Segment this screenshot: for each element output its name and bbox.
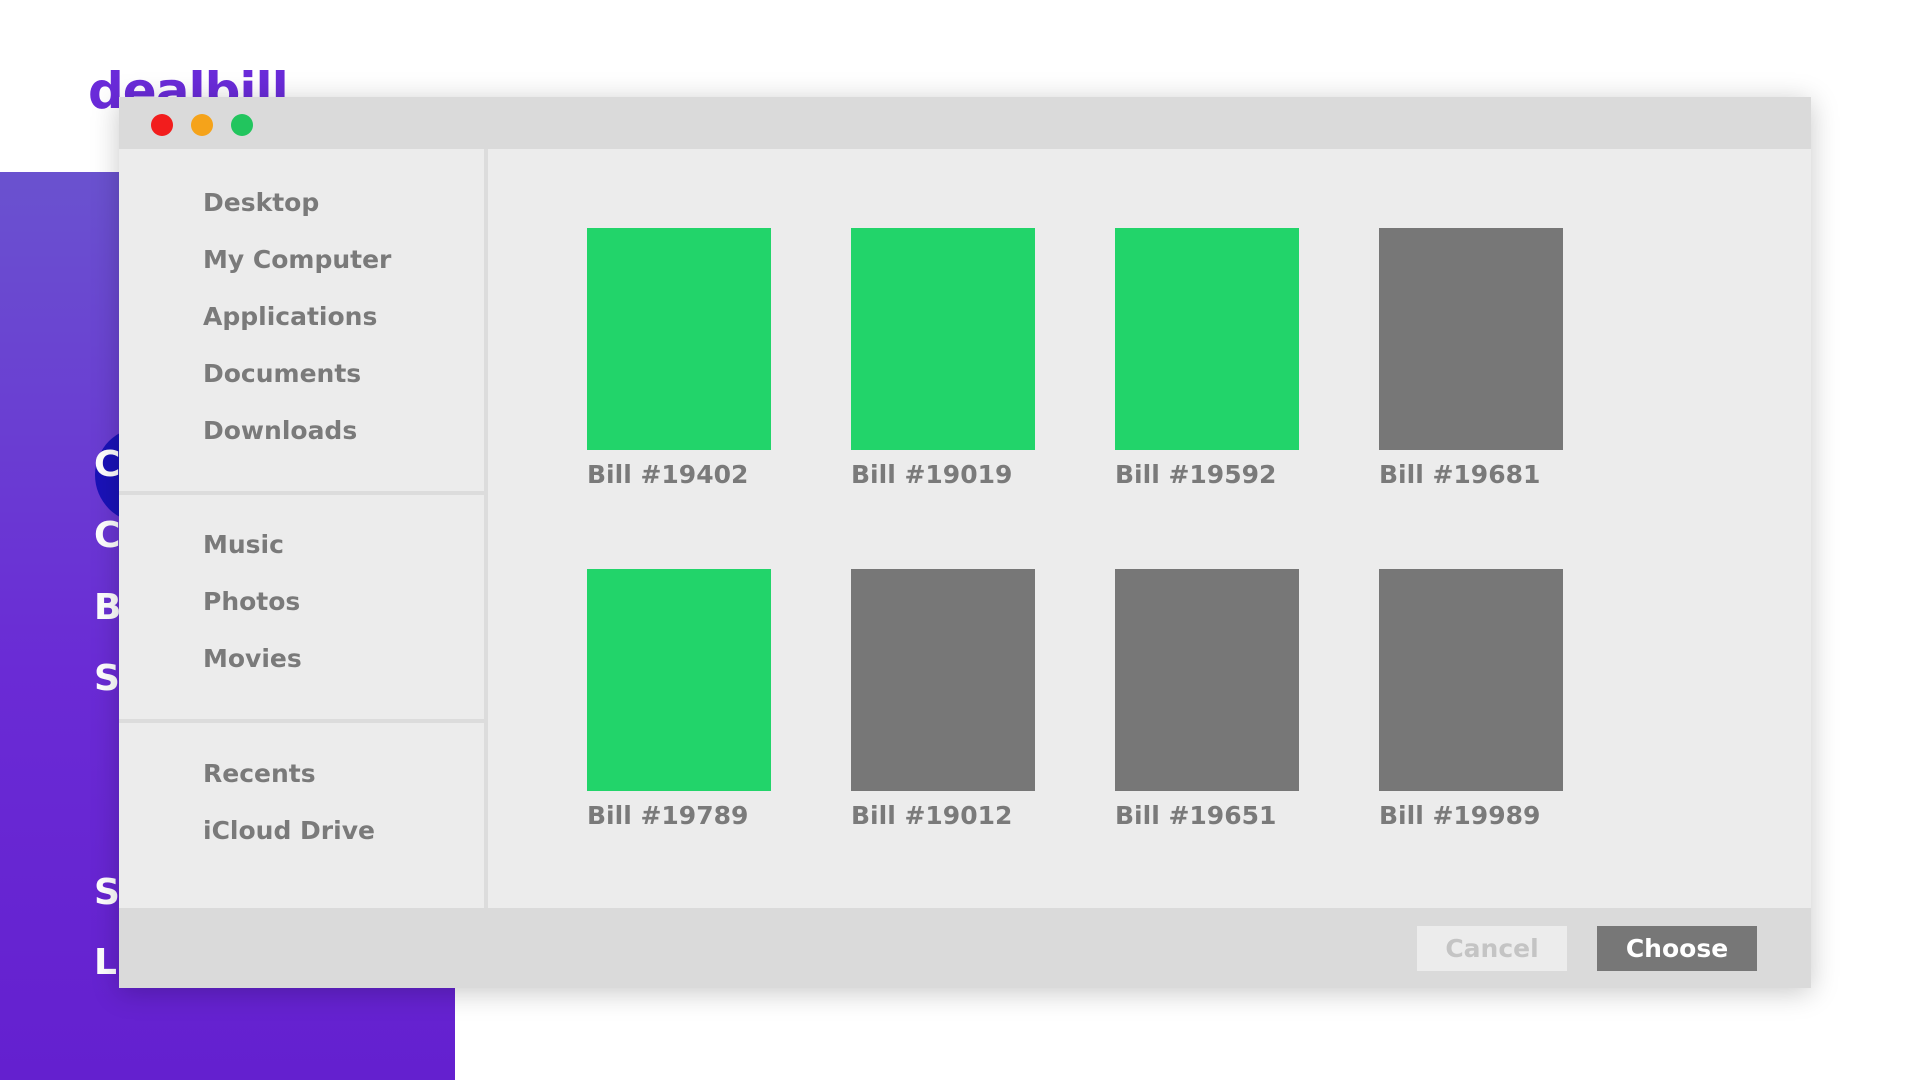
dialog-footer: Cancel Choose [119,908,1811,988]
file-grid: Bill #19402 Bill #19019 Bill #19592 Bill… [488,149,1811,908]
background-letter: S [94,872,120,913]
file-label: Bill #19402 [587,460,749,489]
file-label: Bill #19681 [1379,460,1541,489]
file-label: Bill #19789 [587,801,749,830]
file-thumbnail[interactable] [1115,228,1299,450]
file-thumbnail[interactable] [851,228,1035,450]
file-label: Bill #19019 [851,460,1013,489]
minimize-window-button[interactable] [191,114,213,136]
file-thumbnail[interactable] [587,228,771,450]
sidebar-divider [119,719,484,723]
sidebar-item-desktop[interactable]: Desktop [203,188,319,217]
sidebar-item-recents[interactable]: Recents [203,759,316,788]
file-thumbnail[interactable] [1379,228,1563,450]
file-thumbnail[interactable] [1115,569,1299,791]
background-letter: C [94,515,121,556]
sidebar-item-movies[interactable]: Movies [203,644,302,673]
file-label: Bill #19012 [851,801,1013,830]
window-titlebar [119,97,1811,149]
file-thumbnail[interactable] [587,569,771,791]
sidebar-item-documents[interactable]: Documents [203,359,361,388]
close-window-button[interactable] [151,114,173,136]
file-thumbnail[interactable] [851,569,1035,791]
sidebar-item-icloud-drive[interactable]: iCloud Drive [203,816,375,845]
file-label: Bill #19651 [1115,801,1277,830]
sidebar-item-applications[interactable]: Applications [203,302,377,331]
sidebar: Desktop My Computer Applications Documen… [119,149,484,908]
sidebar-item-downloads[interactable]: Downloads [203,416,357,445]
sidebar-divider [119,491,484,495]
file-thumbnail[interactable] [1379,569,1563,791]
file-label: Bill #19989 [1379,801,1541,830]
background-letter: B [94,587,122,628]
choose-button[interactable]: Choose [1597,926,1757,971]
file-label: Bill #19592 [1115,460,1277,489]
sidebar-item-my-computer[interactable]: My Computer [203,245,391,274]
cancel-button[interactable]: Cancel [1417,926,1567,971]
background-letter: C [94,444,121,485]
sidebar-item-music[interactable]: Music [203,530,284,559]
sidebar-item-photos[interactable]: Photos [203,587,300,616]
background-letter: L [94,942,117,983]
maximize-window-button[interactable] [231,114,253,136]
background-letter: S [94,658,120,699]
file-chooser-dialog: Desktop My Computer Applications Documen… [119,97,1811,988]
